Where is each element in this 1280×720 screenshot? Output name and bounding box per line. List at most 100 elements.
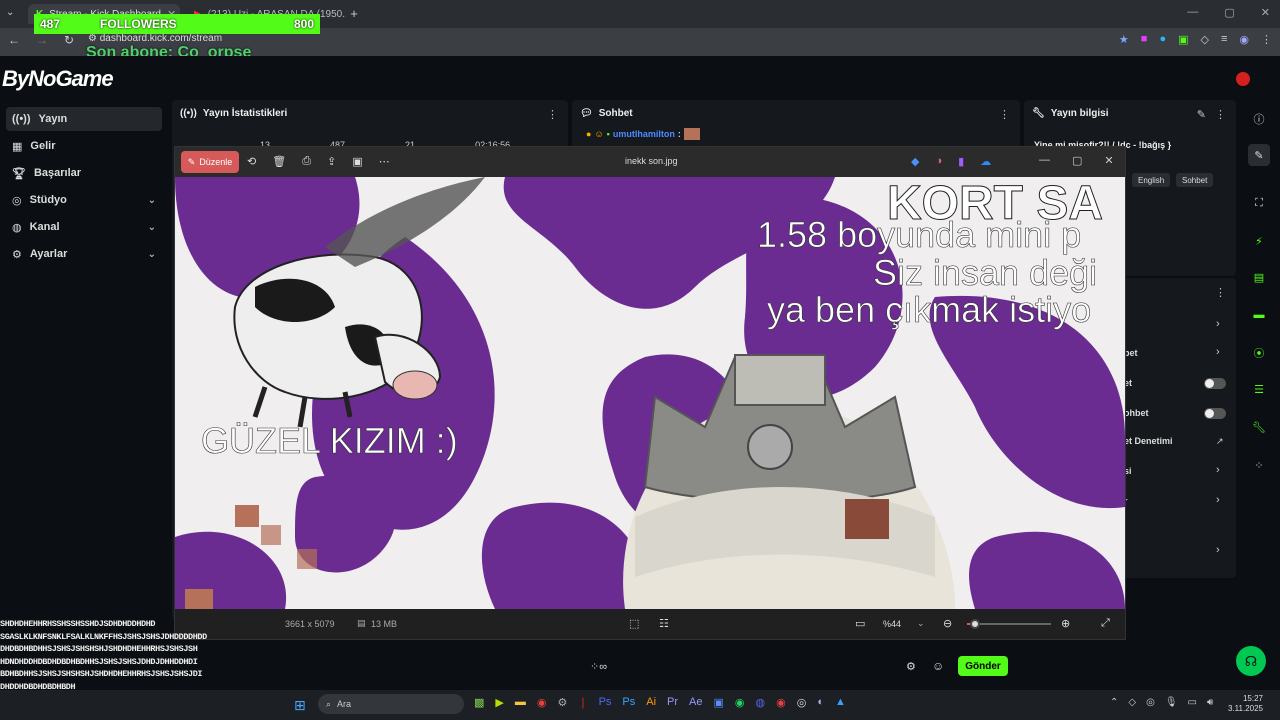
- photos-icon[interactable]: ▲: [835, 696, 846, 709]
- extension-icon[interactable]: ▣: [1178, 33, 1188, 46]
- zoom-out-icon[interactable]: ⊖: [943, 617, 952, 630]
- photoshop-icon[interactable]: Ps: [622, 696, 635, 709]
- onedrive-icon[interactable]: ☁: [980, 155, 991, 168]
- spotify-icon[interactable]: ◉: [735, 696, 745, 709]
- clipchamp-icon[interactable]: ▮: [958, 155, 964, 168]
- file-explorer-icon[interactable]: ▬: [515, 696, 526, 709]
- chevron-right-icon[interactable]: ›: [1216, 346, 1220, 358]
- support-headset-icon[interactable]: ☊: [1236, 646, 1266, 676]
- menu-kebab-icon[interactable]: ⋮: [1261, 33, 1272, 46]
- close-icon[interactable]: ✕: [1104, 154, 1113, 167]
- close-icon[interactable]: ✕: [1261, 6, 1270, 19]
- profile-icon[interactable]: ◉: [1239, 33, 1249, 46]
- fullscreen-icon[interactable]: ⛶: [1248, 192, 1270, 214]
- premiere-icon[interactable]: Pr: [667, 696, 678, 709]
- apps-icon[interactable]: ⁘: [1248, 454, 1270, 476]
- tray-app-icon[interactable]: ◎: [1146, 697, 1155, 708]
- app-icon[interactable]: ▣: [714, 696, 724, 709]
- image-canvas[interactable]: KORT SA 1.58 boyunda mini p Siz insan de…: [175, 177, 1125, 609]
- queue-icon[interactable]: ☰: [1248, 378, 1270, 400]
- minimize-icon[interactable]: —: [1187, 6, 1198, 19]
- emoji-icon[interactable]: ☺: [932, 659, 944, 673]
- emote-picker-icon[interactable]: ⁘∞: [590, 660, 607, 673]
- tag-chip[interactable]: English: [1132, 173, 1171, 187]
- lightning-icon[interactable]: ⚡︎: [1248, 230, 1270, 252]
- delete-icon[interactable]: 🗑︎: [272, 155, 286, 168]
- zoom-in-icon[interactable]: ⊕: [1061, 617, 1070, 630]
- forward-icon[interactable]: →: [36, 33, 48, 47]
- extension-icon[interactable]: ●: [1159, 33, 1166, 46]
- sidebar-item-gelir[interactable]: ▦ Gelir: [6, 134, 162, 158]
- tab-list-chevron-icon[interactable]: ⌄: [6, 7, 14, 18]
- share-icon[interactable]: ⇪: [327, 155, 336, 168]
- illustrator-icon[interactable]: Ai: [646, 696, 656, 709]
- app-icon[interactable]: ⚙: [557, 696, 567, 709]
- chevron-right-icon[interactable]: ›: [1216, 464, 1220, 476]
- reload-icon[interactable]: ↻: [64, 33, 74, 47]
- sidebar-item-studyo[interactable]: ◎ Stüdyo ⌄: [6, 188, 162, 212]
- app-icon[interactable]: ◉: [776, 696, 786, 709]
- minimize-icon[interactable]: —: [1039, 154, 1050, 167]
- steam-icon[interactable]: ◐: [817, 696, 824, 709]
- copilot-icon[interactable]: ◑: [935, 155, 942, 168]
- discord-icon[interactable]: ◍: [756, 696, 766, 709]
- chat-icon[interactable]: ▬: [1248, 304, 1270, 326]
- edit-pencil-icon[interactable]: ✎: [1248, 144, 1270, 166]
- more-icon[interactable]: ⋯: [379, 155, 390, 168]
- edit-button[interactable]: ✎ Düzenle: [181, 151, 239, 173]
- edit-pencil-icon[interactable]: ✎: [1197, 108, 1206, 121]
- select-area-icon[interactable]: ⬚: [629, 617, 639, 630]
- app-icon[interactable]: ❘: [578, 696, 587, 709]
- tag-chip[interactable]: Sohbet: [1176, 173, 1214, 187]
- extensions-puzzle-icon[interactable]: ◇: [1201, 33, 1209, 46]
- sidebar-item-ayarlar[interactable]: ⚙ Ayarlar ⌄: [6, 242, 162, 266]
- sidebar-item-yayin[interactable]: ((•)) Yayın: [6, 107, 162, 131]
- chrome-icon[interactable]: ◉: [537, 696, 547, 709]
- app-icon[interactable]: ▩: [474, 696, 484, 709]
- chevron-right-icon[interactable]: ›: [1216, 544, 1220, 556]
- tray-app-icon[interactable]: ◇: [1128, 697, 1136, 708]
- extension-icon[interactable]: ■: [1141, 33, 1148, 46]
- new-tab-button[interactable]: +: [346, 6, 362, 22]
- back-icon[interactable]: ←: [8, 33, 20, 47]
- chevron-right-icon[interactable]: ›: [1216, 318, 1220, 330]
- obs-icon[interactable]: ◎: [797, 696, 807, 709]
- fit-window-icon[interactable]: ▭: [855, 617, 865, 630]
- external-link-icon[interactable]: ↗: [1216, 436, 1224, 447]
- designer-icon[interactable]: ◆: [911, 155, 919, 168]
- menu-kebab-icon[interactable]: ⋮: [999, 108, 1010, 121]
- display-icon[interactable]: ▭: [1188, 697, 1197, 708]
- broadcast-icon[interactable]: ⦿: [1248, 342, 1270, 364]
- zoom-slider-thumb[interactable]: [970, 619, 980, 629]
- windows-start-icon[interactable]: ⊞: [294, 697, 306, 714]
- maximize-icon[interactable]: ▢: [1224, 6, 1234, 19]
- info-icon[interactable]: ⓘ: [1248, 108, 1270, 130]
- print-icon[interactable]: ⎙: [302, 155, 311, 168]
- slideshow-icon[interactable]: ▣: [352, 155, 362, 168]
- maximize-icon[interactable]: ▢: [1072, 154, 1082, 167]
- menu-kebab-icon[interactable]: ⋮: [1215, 108, 1226, 121]
- volume-icon[interactable]: 🔊︎: [1207, 697, 1213, 708]
- zoom-level[interactable]: %44: [883, 619, 901, 629]
- url-field[interactable]: ⚙ dashboard.kick.com/stream: [88, 33, 222, 44]
- taskbar-clock[interactable]: 15:27 3.11.2025: [1228, 694, 1263, 714]
- after-effects-icon[interactable]: Ae: [689, 696, 702, 709]
- list-icon[interactable]: ▤: [1248, 266, 1270, 288]
- channel-logo[interactable]: ByNoGame: [2, 66, 114, 92]
- menu-kebab-icon[interactable]: ⋮: [547, 108, 558, 121]
- chevron-down-icon[interactable]: ⌄: [917, 618, 925, 629]
- text-detect-icon[interactable]: ☷: [659, 617, 669, 630]
- chevron-right-icon[interactable]: ›: [1216, 494, 1220, 506]
- taskbar-search[interactable]: ⌕ Ara: [318, 694, 464, 714]
- sidebar-item-basarilar[interactable]: 🏆︎ Başarılar: [6, 161, 162, 185]
- rotate-icon[interactable]: ⟲: [247, 155, 256, 168]
- chat-username[interactable]: umutlhamilton: [613, 129, 675, 139]
- wrench-icon[interactable]: 🔧︎: [1248, 416, 1270, 438]
- expand-icon[interactable]: ⤢: [1101, 617, 1110, 630]
- app-icon[interactable]: ▶: [495, 696, 503, 709]
- live-record-icon[interactable]: [1236, 72, 1250, 86]
- send-button[interactable]: Gönder: [958, 656, 1008, 676]
- reading-list-icon[interactable]: ≡: [1221, 33, 1227, 46]
- gear-icon[interactable]: ⚙: [906, 660, 916, 673]
- bookmark-star-icon[interactable]: ★: [1119, 33, 1129, 46]
